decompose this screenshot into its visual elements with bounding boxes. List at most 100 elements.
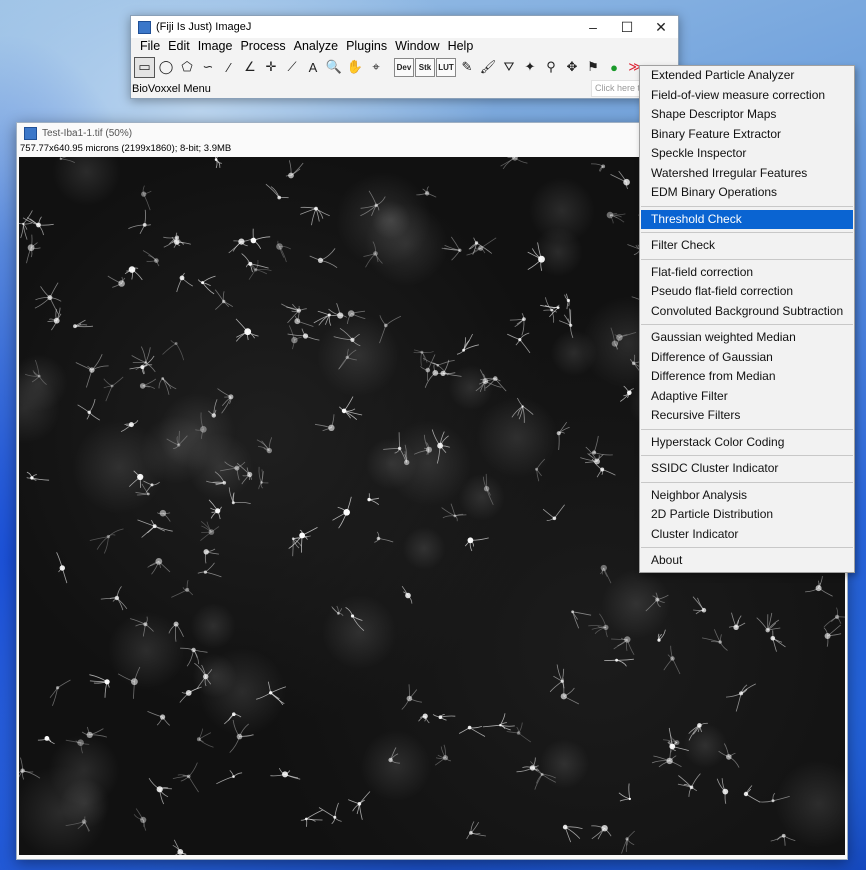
cell-mark [171,232,191,248]
cell-mark [823,607,845,628]
cell-mark [367,493,380,506]
cell-mark [464,537,489,552]
menu-item-edm-binary-operations[interactable]: EDM Binary Operations [640,183,854,203]
rectangle-tool-icon[interactable]: ▭ [134,56,155,78]
cell-mark [314,414,335,432]
menu-item-pseudo-flat-field-correction[interactable]: Pseudo flat-field correction [640,282,854,302]
cell-mark [610,170,630,190]
cell-mark [543,297,560,323]
menu-item-watershed-irregular-features[interactable]: Watershed Irregular Features [640,164,854,184]
wand-tool-icon[interactable]: ⟋ [282,57,302,77]
cell-mark [196,728,214,748]
cell-mark [466,237,497,256]
menu-item-gaussian-weighted-median[interactable]: Gaussian weighted Median [640,328,854,348]
menu-item-convoluted-background-subtraction[interactable]: Convoluted Background Subtraction [640,302,854,322]
cell-mark [401,684,422,710]
menu-item-adaptive-filter[interactable]: Adaptive Filter [640,387,854,407]
cell-mark [309,248,338,269]
cell-mark [418,713,430,724]
menu-plugins[interactable]: Plugins [342,38,391,54]
menu-item-threshold-check[interactable]: Threshold Check [641,209,853,229]
point-tool-icon[interactable]: ✛ [261,57,281,77]
cell-mark [805,575,833,597]
maximize-button[interactable]: ☐ [610,16,644,38]
menu-item-difference-from-median[interactable]: Difference from Median [640,367,854,387]
angle-tool-icon[interactable]: ∠ [240,57,260,77]
stk-menu-tool[interactable]: Stk [415,57,435,77]
menu-help[interactable]: Help [444,38,478,54]
cell-mark [26,234,41,264]
flood-fill-tool-icon[interactable]: ⛛ [499,57,519,77]
cell-mark [618,783,631,802]
cell-mark [276,240,291,263]
menu-edit[interactable]: Edit [164,38,194,54]
cell-mark [141,185,152,211]
status-text: BioVoxxel Menu [132,82,211,95]
menu-bar: File Edit Image Process Analyze Plugins … [131,38,678,54]
menu-item-hyperstack-color-coding[interactable]: Hyperstack Color Coding [640,433,854,453]
menu-separator [641,258,853,260]
magnifier-tool-icon[interactable]: 🔍 [324,57,344,77]
magnify-tool-icon[interactable]: ⚲ [541,57,561,77]
move-tool-icon[interactable]: ✥ [562,57,582,77]
cell-mark [562,824,583,843]
cell-mark [500,157,528,170]
menu-analyze[interactable]: Analyze [290,38,342,54]
brush-tool-icon[interactable]: 🖌 [478,57,498,77]
cell-mark [677,773,701,797]
cell-mark [198,275,216,295]
menu-process[interactable]: Process [236,38,289,54]
cell-mark [509,313,526,336]
green-dot-icon[interactable]: ● [604,57,624,77]
cell-mark [590,163,606,172]
menu-item-2d-particle-distribution[interactable]: 2D Particle Distribution [640,505,854,525]
dropper-tool-icon[interactable]: ⌖ [366,57,386,77]
menu-image[interactable]: Image [194,38,237,54]
menu-item-recursive-filters[interactable]: Recursive Filters [640,406,854,426]
lut-menu-tool[interactable]: LUT [436,57,456,77]
imagej-main-window: (Fiji Is Just) ImageJ – ☐ ✕ File Edit Im… [130,15,679,99]
cell-mark [621,830,635,854]
menu-item-about[interactable]: About [640,551,854,571]
image-title: Test-Iba1-1.tif (50%) [42,127,133,139]
cell-mark [432,714,456,721]
menu-file[interactable]: File [136,38,164,54]
cell-mark [725,683,756,712]
sparkle-tool-icon[interactable]: ✦ [520,57,540,77]
dev-menu-tool[interactable]: Dev [394,57,414,77]
cell-mark [506,722,532,743]
menu-item-filter-check[interactable]: Filter Check [640,236,854,256]
hand-tool-icon[interactable]: ✋ [345,57,365,77]
imagej-app-icon [138,20,151,34]
status-row: BioVoxxel Menu Click here to search [131,80,678,97]
pencil-tool-icon[interactable]: ✎ [457,57,477,77]
menu-item-difference-of-gaussian[interactable]: Difference of Gaussian [640,348,854,368]
cell-mark [549,664,565,693]
custom-tool-icon[interactable]: ⚑ [583,57,603,77]
polygon-tool-icon[interactable]: ⬠ [177,57,197,77]
text-tool-icon[interactable]: A [303,57,323,77]
minimize-button[interactable]: – [576,16,610,38]
cell-mark [56,552,68,584]
cell-mark [285,160,304,179]
oval-tool-icon[interactable]: ◯ [156,57,176,77]
menu-item-ssidc-cluster-indicator[interactable]: SSIDC Cluster Indicator [640,459,854,479]
line-tool-icon[interactable]: ⁄ [219,57,239,77]
menu-item-shape-descriptor-maps[interactable]: Shape Descriptor Maps [640,105,854,125]
freehand-tool-icon[interactable]: ∽ [198,57,218,77]
menu-item-field-of-view-measure-correction[interactable]: Field-of-view measure correction [640,86,854,106]
menu-window[interactable]: Window [391,38,443,54]
menu-item-binary-feature-extractor[interactable]: Binary Feature Extractor [640,125,854,145]
menu-separator [641,547,853,548]
cell-mark [171,579,194,598]
cell-mark [663,645,681,675]
menu-item-extended-particle-analyzer[interactable]: Extended Particle Analyzer [640,66,854,86]
menu-item-cluster-indicator[interactable]: Cluster Indicator [640,525,854,545]
menu-item-speckle-inspector[interactable]: Speckle Inspector [640,144,854,164]
close-button[interactable]: ✕ [644,16,678,38]
cell-mark [420,354,436,381]
menu-item-neighbor-analysis[interactable]: Neighbor Analysis [640,486,854,506]
cell-mark [49,679,71,706]
title-bar[interactable]: (Fiji Is Just) ImageJ – ☐ ✕ [131,16,678,38]
menu-item-flat-field-correction[interactable]: Flat-field correction [640,263,854,283]
